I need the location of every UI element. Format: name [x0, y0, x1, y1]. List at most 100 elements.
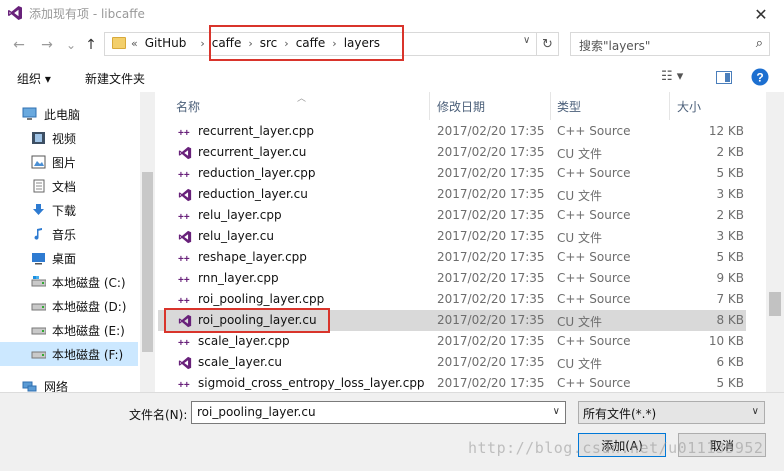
- chevron-right-icon[interactable]: ›: [200, 37, 204, 50]
- up-button[interactable]: ↑: [82, 35, 100, 55]
- file-type: C++ Source: [557, 334, 631, 348]
- column-header-label: 大小: [677, 99, 702, 114]
- file-row[interactable]: scale_layer.cu 2017/02/20 17:35 CU 文件 6 KB: [158, 352, 746, 373]
- visual-studio-icon: [8, 6, 22, 20]
- preview-pane-icon[interactable]: [716, 71, 732, 84]
- svg-text:?: ?: [756, 71, 763, 85]
- file-row[interactable]: ++ scale_layer.cpp 2017/02/20 17:35 C++ Sou…: [158, 331, 746, 352]
- file-row[interactable]: ++ roi_pooling_layer.cpp 2017/02/20 17:35 C…: [158, 289, 746, 310]
- help-icon[interactable]: ?: [751, 68, 769, 86]
- file-name: scale_layer.cu: [198, 355, 282, 369]
- file-name: recurrent_layer.cu: [198, 145, 307, 159]
- refresh-button[interactable]: ↻: [536, 33, 558, 55]
- file-date: 2017/02/20 17:35: [437, 187, 545, 201]
- file-name: scale_layer.cpp: [198, 334, 290, 348]
- sidebar-item-label: 本地磁盘 (F:): [52, 348, 124, 362]
- file-list-scrollbar[interactable]: [766, 92, 784, 392]
- search-icon: ⌕: [755, 36, 763, 51]
- svg-text:++: ++: [178, 212, 190, 223]
- file-size: 5 KB: [716, 166, 744, 180]
- file-name: relu_layer.cu: [198, 229, 275, 243]
- sidebar-item-pictures[interactable]: 图片: [0, 150, 138, 174]
- chevron-down-icon[interactable]: ∨: [553, 406, 560, 417]
- new-folder-button[interactable]: 新建文件夹: [85, 70, 145, 87]
- file-row[interactable]: ++ reshape_layer.cpp 2017/02/20 17:35 C++ S…: [158, 247, 746, 268]
- filename-input[interactable]: roi_pooling_layer.cu ∨: [191, 401, 566, 424]
- sidebar-item-desktop[interactable]: 桌面: [0, 246, 138, 270]
- sidebar-item-drive-e[interactable]: 本地磁盘 (E:): [0, 318, 138, 342]
- file-row[interactable]: ++ relu_layer.cpp 2017/02/20 17:35 C++ Sour…: [158, 205, 746, 226]
- column-header-label: 类型: [557, 99, 582, 114]
- command-bar: 组织 ▾ 新建文件夹 ☷ ▾ ?: [0, 62, 784, 92]
- recent-locations-button[interactable]: ⌄: [62, 35, 80, 55]
- file-row[interactable]: ++ reduction_layer.cpp 2017/02/20 17:35 C++…: [158, 163, 746, 184]
- sidebar-item-drive-f[interactable]: 本地磁盘 (F:): [0, 342, 138, 366]
- column-header-type[interactable]: 类型: [557, 92, 667, 120]
- svg-text:++: ++: [178, 128, 190, 139]
- sidebar-item-label: 桌面: [52, 252, 77, 266]
- column-divider[interactable]: [669, 92, 670, 120]
- sidebar-item-this-pc[interactable]: 此电脑: [0, 102, 138, 126]
- sidebar-item-music[interactable]: 音乐: [0, 222, 138, 246]
- breadcrumb-github[interactable]: GitHub: [145, 36, 187, 50]
- sidebar-item-downloads[interactable]: 下载: [0, 198, 138, 222]
- sidebar-scrollbar-thumb[interactable]: [142, 172, 153, 352]
- column-header-label: 名称: [176, 99, 201, 114]
- file-row[interactable]: recurrent_layer.cu 2017/02/20 17:35 CU 文件 2…: [158, 142, 746, 163]
- breadcrumb-overflow[interactable]: «: [131, 37, 138, 50]
- file-list: 名称 ︿ 修改日期 类型 大小 ++ recurrent_layer.cpp 201…: [158, 92, 784, 392]
- address-history-dropdown[interactable]: ∨: [523, 35, 530, 46]
- pictures-icon: [31, 155, 46, 169]
- sidebar-item-drive-d[interactable]: 本地磁盘 (D:): [0, 294, 138, 318]
- column-header-size[interactable]: 大小: [677, 92, 747, 120]
- organize-button[interactable]: 组织 ▾: [17, 70, 51, 87]
- sidebar-item-label: 图片: [52, 156, 77, 170]
- sidebar-item-videos[interactable]: 视频: [0, 126, 138, 150]
- file-row[interactable]: ++ sigmoid_cross_entropy_loss_layer.cpp 20…: [158, 373, 746, 392]
- file-row[interactable]: relu_layer.cu 2017/02/20 17:35 CU 文件 3 KB: [158, 226, 746, 247]
- cu-file-icon: [178, 230, 192, 244]
- column-divider[interactable]: [429, 92, 430, 120]
- file-type-select[interactable]: 所有文件(*.*) ∨: [578, 401, 765, 424]
- downloads-icon: [33, 204, 44, 215]
- close-button[interactable]: ✕: [738, 0, 784, 28]
- documents-icon: [33, 179, 45, 193]
- svg-text:++: ++: [178, 170, 190, 181]
- pc-icon: [22, 107, 37, 120]
- file-name: reduction_layer.cpp: [198, 166, 316, 180]
- file-row[interactable]: ++ recurrent_layer.cpp 2017/02/20 17:35 C++…: [158, 121, 746, 142]
- file-row[interactable]: reduction_layer.cu 2017/02/20 17:35 CU 文件 3…: [158, 184, 746, 205]
- file-type: C++ Source: [557, 292, 631, 306]
- column-header-label: 修改日期: [437, 99, 486, 114]
- back-button[interactable]: ←: [10, 35, 28, 55]
- cpp-file-icon: ++: [178, 128, 190, 139]
- file-size: 5 KB: [716, 250, 744, 264]
- file-type: CU 文件: [557, 315, 602, 329]
- file-name: reduction_layer.cu: [198, 187, 308, 201]
- file-type: C++ Source: [557, 376, 631, 390]
- file-date: 2017/02/20 17:35: [437, 229, 545, 243]
- filename-value: roi_pooling_layer.cu: [197, 405, 316, 419]
- filename-label: 文件名(N):: [129, 408, 188, 422]
- file-row[interactable]: ++ rnn_layer.cpp 2017/02/20 17:35 C++ Sourc…: [158, 268, 746, 289]
- sidebar-item-drive-c[interactable]: 本地磁盘 (C:): [0, 270, 138, 294]
- cpp-file-icon: ++: [178, 275, 190, 286]
- file-list-scrollbar-thumb[interactable]: [769, 292, 781, 316]
- file-name: recurrent_layer.cpp: [198, 124, 314, 138]
- forward-button[interactable]: →: [38, 35, 56, 55]
- file-type: C++ Source: [557, 250, 631, 264]
- file-size: 2 KB: [716, 145, 744, 159]
- file-size: 12 KB: [708, 124, 744, 138]
- column-header-date[interactable]: 修改日期: [437, 92, 551, 120]
- search-input[interactable]: 搜索"layers" ⌕: [570, 32, 770, 56]
- sidebar-item-documents[interactable]: 文档: [0, 174, 138, 198]
- cu-file-icon: [178, 146, 192, 160]
- file-name: roi_pooling_layer.cpp: [198, 292, 325, 306]
- file-name: sigmoid_cross_entropy_loss_layer.cpp: [198, 376, 425, 390]
- column-divider[interactable]: [550, 92, 551, 120]
- file-name: relu_layer.cpp: [198, 208, 282, 222]
- view-options-icon[interactable]: ☷ ▾: [661, 69, 683, 84]
- navigation-pane: 此电脑 视频 图片 文档 下载 音乐 桌面 本地磁盘 (C:) 本地磁盘 (D:…: [0, 92, 155, 394]
- svg-text:++: ++: [178, 380, 190, 391]
- drive-icon: [31, 351, 46, 359]
